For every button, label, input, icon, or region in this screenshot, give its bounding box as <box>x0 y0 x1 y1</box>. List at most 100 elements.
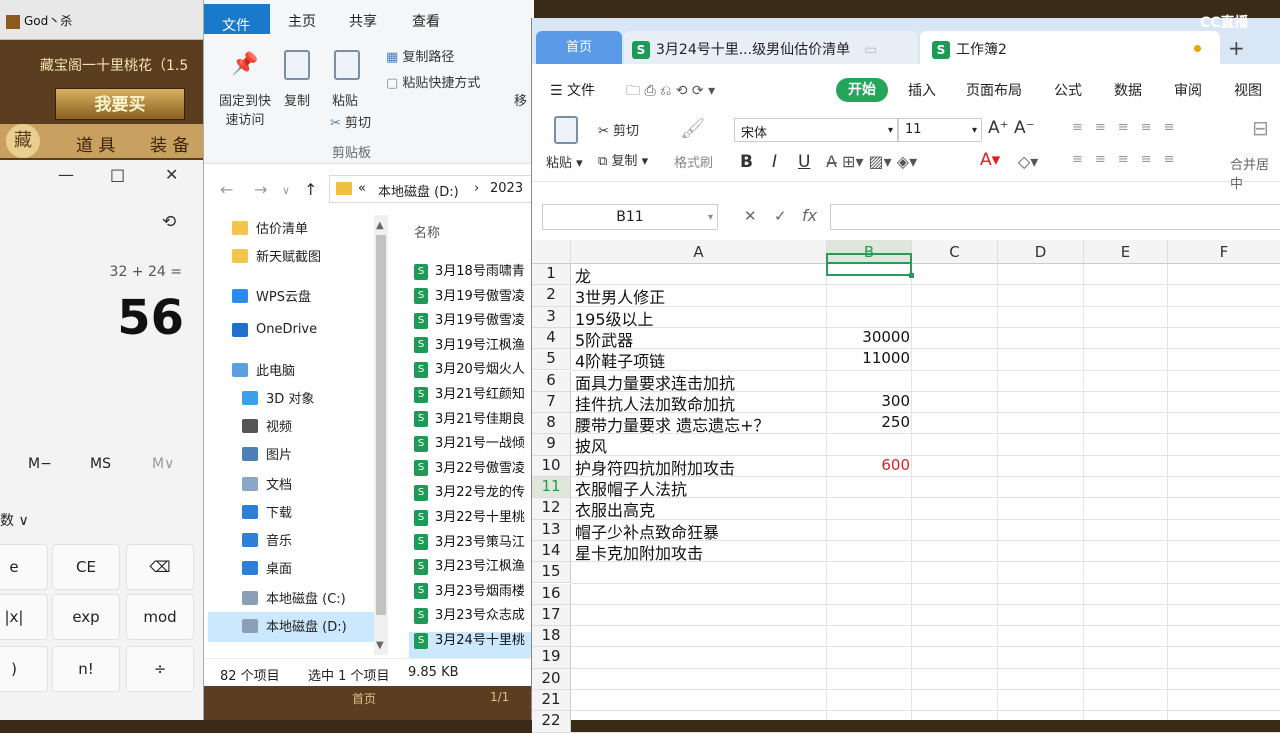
calc-key-exp[interactable]: exp <box>52 594 120 640</box>
menu-page-layout[interactable]: 页面布局 <box>966 80 1022 100</box>
breadcrumb-folder[interactable]: 2023 <box>490 181 523 196</box>
cell-a[interactable]: 衣服帽子人法抗 <box>575 476 687 499</box>
paste-shortcut-button[interactable]: ▢ 粘贴快捷方式 <box>386 72 480 91</box>
font-color-icon[interactable]: A▾ <box>980 150 1000 170</box>
file-item[interactable]: S 3月23号众志成 <box>414 604 534 626</box>
minimize-button[interactable]: — <box>58 165 74 184</box>
scroll-up-icon[interactable]: ▲ <box>376 220 384 231</box>
cancel-x-icon[interactable]: ✕ <box>744 207 757 225</box>
file-item[interactable]: S 3月20号烟火人 <box>414 358 534 380</box>
font-size-select[interactable]: 11 ▾ <box>898 118 982 142</box>
nav-item[interactable]: 音乐 <box>242 530 292 556</box>
up-arrow-icon[interactable]: ↑ <box>304 180 317 199</box>
underline-button[interactable]: U <box>798 152 810 172</box>
calc-key-ce[interactable]: CE <box>52 544 120 590</box>
file-item[interactable]: S 3月22号十里桃 <box>414 506 534 528</box>
cell-a[interactable]: 护身符四抗加附加攻击 <box>575 455 735 478</box>
maximize-button[interactable]: □ <box>110 165 125 184</box>
selected-cell-b11[interactable] <box>826 253 914 278</box>
merge-center-button[interactable]: 合并居中 <box>1230 154 1280 192</box>
cell-a[interactable]: 衣服出高克 <box>575 497 655 520</box>
recent-locations-icon[interactable]: ∨ <box>282 184 290 197</box>
file-item[interactable]: S 3月22号龙的传 <box>414 481 534 503</box>
game-tab-items[interactable]: 道 具 <box>76 131 115 156</box>
wps-cut-button[interactable]: ✂ 剪切 <box>598 120 639 139</box>
row-header[interactable]: 17 <box>532 604 571 627</box>
memory-subtract-button[interactable]: M− <box>28 456 52 472</box>
file-item[interactable]: S 3月21号红颜知 <box>414 383 534 405</box>
cell-b[interactable] <box>827 626 910 647</box>
cell-a[interactable]: 龙 <box>575 263 591 286</box>
formula-input[interactable] <box>830 204 1280 230</box>
column-header[interactable]: C <box>912 240 998 264</box>
cell-b[interactable]: 250 <box>827 413 910 434</box>
game-title-bar[interactable]: God丶杀 <box>0 0 205 40</box>
row-header[interactable]: 14 <box>532 540 571 563</box>
fx-icon[interactable]: fx <box>802 206 817 225</box>
cell-b[interactable] <box>827 647 910 668</box>
row-header[interactable]: 3 <box>532 306 571 328</box>
file-item[interactable]: S 3月23号策马江 <box>414 531 534 553</box>
row-header[interactable]: 10 <box>532 455 571 477</box>
new-tab-plus-icon[interactable]: + <box>1228 36 1245 60</box>
row-header[interactable]: 11 <box>532 477 571 499</box>
angle-mode-dropdown[interactable]: 数 ∨ <box>0 510 29 530</box>
file-item[interactable]: S 3月22号傲雪凌 <box>414 457 534 479</box>
file-item[interactable]: S 3月23号烟雨楼 <box>414 580 534 602</box>
calc-key-e[interactable]: e <box>0 544 48 590</box>
nav-item[interactable]: 本地磁盘 (D:) <box>242 616 347 642</box>
calc-key-close-paren[interactable]: ) <box>0 646 48 692</box>
increase-font-icon[interactable]: A⁺ A⁻ <box>988 118 1035 138</box>
file-item[interactable]: S 3月21号佳期良 <box>414 408 534 430</box>
tab-share[interactable]: 共享 <box>349 11 377 31</box>
file-item[interactable]: S 3月24号十里桃 <box>414 629 534 651</box>
tab-view[interactable]: 查看 <box>412 11 440 31</box>
row-header[interactable]: 15 <box>532 562 571 584</box>
row-header[interactable]: 1 <box>532 264 571 286</box>
menu-review[interactable]: 审阅 <box>1174 80 1202 100</box>
cell-b[interactable] <box>827 307 910 328</box>
strikethrough-icon[interactable]: A̶ ⊞▾ ▨▾ ◈▾ <box>826 152 917 171</box>
horizontal-align-icons[interactable]: ≡≡≡≡≡ <box>1072 152 1186 167</box>
copy-button[interactable]: 复制 <box>284 90 310 109</box>
copy-path-button[interactable]: ▦ 复制路径 <box>386 46 454 65</box>
breadcrumb-drive-d[interactable]: 本地磁盘 (D:) <box>378 181 459 200</box>
cell-b[interactable] <box>827 690 910 711</box>
file-item[interactable]: S 3月19号傲雪凌 <box>414 285 534 307</box>
nav-item[interactable]: OneDrive <box>232 322 317 348</box>
cell-b[interactable] <box>827 562 910 583</box>
row-header[interactable]: 20 <box>532 668 571 690</box>
column-header[interactable]: D <box>998 240 1084 264</box>
cell-b[interactable]: 600 <box>827 456 910 477</box>
cell-a[interactable]: 4阶鞋子项链 <box>575 348 665 371</box>
bold-button[interactable]: B <box>740 152 753 172</box>
quick-access-icons[interactable]: 🗀 ⎙ ⎌ ⟲ ⟳ ▾ <box>626 80 715 104</box>
vertical-align-icons[interactable]: ≡≡≡≡≡ <box>1072 120 1186 135</box>
cell-b[interactable] <box>827 584 910 605</box>
calc-key-divide[interactable]: ÷ <box>126 646 194 692</box>
cell-b[interactable] <box>827 605 910 626</box>
game-tab-equipment[interactable]: 装 备 <box>150 131 189 156</box>
cell-a[interactable]: 帽子少补点致命狂暴 <box>575 519 719 542</box>
column-header[interactable]: E <box>1084 240 1168 264</box>
cell-a[interactable]: 披风 <box>575 433 607 456</box>
cell-a[interactable]: 195级以上 <box>575 306 654 329</box>
cell-b[interactable] <box>827 669 910 690</box>
cell-a[interactable]: 面具力量要求连击加抗 <box>575 370 735 393</box>
menu-start[interactable]: 开始 <box>836 78 888 102</box>
nav-item[interactable]: WPS云盘 <box>232 286 311 312</box>
row-header[interactable]: 19 <box>532 647 571 669</box>
cell-a[interactable]: 3世男人修正 <box>575 284 665 307</box>
wps-doc-tab-estimate[interactable]: S 3月24号十里...级男仙估价清单 ▭ <box>624 31 918 64</box>
row-header[interactable]: 2 <box>532 285 571 307</box>
move-to-button[interactable]: 移 <box>514 90 527 109</box>
cell-b[interactable]: 11000 <box>827 349 910 370</box>
row-header[interactable]: 18 <box>532 626 571 648</box>
nav-item[interactable]: 文档 <box>242 474 292 500</box>
cell-b[interactable] <box>827 711 910 732</box>
name-box[interactable]: B11 ▾ <box>542 204 718 230</box>
cell-b[interactable] <box>827 520 910 541</box>
calc-key-factorial[interactable]: n! <box>52 646 120 692</box>
menu-insert[interactable]: 插入 <box>908 80 936 100</box>
cell-a[interactable]: 5阶武器 <box>575 327 633 350</box>
